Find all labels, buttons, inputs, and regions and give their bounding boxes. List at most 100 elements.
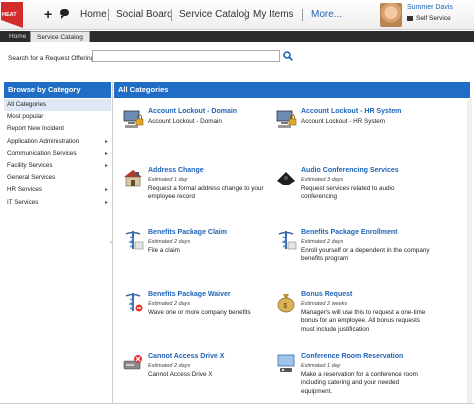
offering-estimate: Estimated 2 weeks xyxy=(301,301,348,307)
avatar[interactable] xyxy=(380,3,402,27)
user-role[interactable]: Self Service xyxy=(407,15,451,22)
medical-caduceus-icon xyxy=(125,293,143,312)
offering-card[interactable]: Account Lockout - HR System Account Lock… xyxy=(275,108,425,138)
user-name[interactable]: Summer Davis xyxy=(407,4,453,11)
chevron-right-icon: ▸ xyxy=(104,187,108,194)
offering-card[interactable]: Benefits Package Waiver Estimated 2 days… xyxy=(122,291,272,335)
category-label: Facility Services xyxy=(7,161,53,169)
offering-card[interactable]: $ Bonus Request Estimated 2 weeks Manage… xyxy=(275,291,425,341)
user-role-label: Self Service xyxy=(416,15,451,22)
search-icon[interactable] xyxy=(283,51,293,61)
search-label: Search for a Request Offering: xyxy=(8,55,97,62)
drive-error-icon xyxy=(123,355,142,370)
category-list: All Categories Most popular Report New I… xyxy=(4,99,111,209)
offering-estimate: Estimated 2 days xyxy=(148,363,191,369)
tab-service-catalog[interactable]: Service Catalog xyxy=(30,31,90,42)
category-hr-services[interactable]: HR Services ▸ xyxy=(4,184,111,196)
nav-service-catalog[interactable]: Service Catalog xyxy=(179,9,250,20)
offering-title[interactable]: Benefits Package Claim xyxy=(148,229,227,236)
computer-lock-icon xyxy=(123,110,144,128)
offering-title[interactable]: Benefits Package Enrollment xyxy=(301,229,397,236)
category-label: HR Services xyxy=(7,186,42,194)
offering-card[interactable]: Benefits Package Enrollment Estimated 2 … xyxy=(275,229,429,273)
offering-description: Enroll yourself or a dependent in the co… xyxy=(301,247,430,263)
category-application-administration[interactable]: Application Administration ▸ xyxy=(4,136,111,148)
medical-caduceus-icon xyxy=(125,231,144,250)
offering-estimate: Estimated 3 days xyxy=(301,177,344,183)
offering-card[interactable]: Address Change Estimated 1 day Request a… xyxy=(122,167,272,207)
house-icon xyxy=(124,170,142,187)
offering-description: Account Lockout - Domain xyxy=(148,118,222,125)
offering-description: Account Lockout - HR System xyxy=(301,118,385,125)
category-label: All Categories xyxy=(7,101,47,108)
window-bottom-edge xyxy=(0,403,474,411)
all-categories-header: All Categories xyxy=(114,82,470,98)
svg-text:$: $ xyxy=(283,303,287,310)
offering-description: Request a formal address change to your … xyxy=(148,185,264,201)
offering-description: Cannot Access Drive X xyxy=(148,371,213,378)
pane-divider[interactable] xyxy=(112,82,113,404)
category-label: Most popular xyxy=(7,113,44,121)
heat-logo[interactable]: HEAT xyxy=(1,2,23,28)
offering-title[interactable]: Address Change xyxy=(148,167,204,174)
nav-separator xyxy=(302,9,303,21)
category-all[interactable]: All Categories xyxy=(4,99,111,112)
offering-title[interactable]: Account Lockout - HR System xyxy=(301,108,401,115)
offering-card[interactable]: Conference Room Reservation Estimated 1 … xyxy=(275,353,425,399)
nav-separator xyxy=(171,9,172,21)
nav-my-items[interactable]: My Items xyxy=(253,9,294,20)
offering-card[interactable]: Audio Conferencing Services Estimated 3 … xyxy=(275,167,425,207)
offering-title[interactable]: Conference Room Reservation xyxy=(301,353,403,360)
money-bag-icon: $ xyxy=(277,294,295,313)
category-label: General Services xyxy=(7,174,56,182)
chevron-right-icon: ▸ xyxy=(104,150,108,157)
new-item-icon[interactable]: + xyxy=(44,6,52,22)
offering-estimate: Estimated 1 day xyxy=(301,363,341,369)
offering-title[interactable]: Bonus Request xyxy=(301,291,352,298)
search-input[interactable] xyxy=(92,50,280,62)
chevron-right-icon: ▸ xyxy=(104,138,108,145)
category-label: IT Services xyxy=(7,198,39,206)
browse-by-category-header: Browse by Category xyxy=(4,82,111,98)
offering-estimate: Estimated 2 days xyxy=(301,239,344,245)
nav-more[interactable]: More... xyxy=(311,9,342,20)
offering-estimate: Estimated 1 day xyxy=(148,177,188,183)
offering-estimate: Estimated 2 days xyxy=(148,301,191,307)
conference-phone-icon xyxy=(277,172,295,185)
offering-title[interactable]: Account Lockout - Domain xyxy=(148,108,237,115)
category-label: Communication Services xyxy=(7,149,77,157)
category-label: Application Administration xyxy=(7,137,80,145)
chevron-right-icon: ▸ xyxy=(104,162,108,169)
offering-card[interactable]: Cannot Access Drive X Estimated 2 days C… xyxy=(122,353,272,383)
nav-home[interactable]: Home xyxy=(80,9,107,20)
category-most-popular[interactable]: Most popular xyxy=(4,111,111,123)
category-label: Report New Incident xyxy=(7,125,65,133)
top-bar: HEAT + Home Social Board Service Catalog… xyxy=(0,0,474,30)
category-communication-services[interactable]: Communication Services ▸ xyxy=(4,148,111,160)
offering-card[interactable]: Benefits Package Claim Estimated 2 days … xyxy=(122,229,272,273)
category-general-services[interactable]: General Services xyxy=(4,172,111,184)
offering-title[interactable]: Benefits Package Waiver xyxy=(148,291,231,298)
offering-description: Manager's will use this to request a one… xyxy=(301,309,426,333)
role-icon xyxy=(407,16,413,21)
nav-separator xyxy=(108,9,109,21)
chat-icon[interactable] xyxy=(60,9,69,19)
category-it-services[interactable]: IT Services ▸ xyxy=(4,197,111,209)
offering-description: Request services related to audio confer… xyxy=(301,185,395,201)
nav-separator xyxy=(245,9,246,21)
vertical-scrollbar[interactable] xyxy=(467,99,472,404)
offering-title[interactable]: Audio Conferencing Services xyxy=(301,167,399,174)
nav-social-board[interactable]: Social Board xyxy=(116,9,173,20)
svg-text:HEAT: HEAT xyxy=(2,12,17,18)
tab-home[interactable]: Home xyxy=(3,31,32,42)
offering-estimate: Estimated 2 days xyxy=(148,239,191,245)
projector-screen-icon xyxy=(277,354,295,372)
chevron-right-icon: ▸ xyxy=(104,199,108,206)
medical-caduceus-icon xyxy=(278,231,297,250)
offering-title[interactable]: Cannot Access Drive X xyxy=(148,353,224,360)
category-report-new-incident[interactable]: Report New Incident xyxy=(4,123,111,135)
category-facility-services[interactable]: Facility Services ▸ xyxy=(4,160,111,172)
collapse-left-icon[interactable]: ‹ xyxy=(110,240,112,246)
computer-lock-icon xyxy=(276,110,297,128)
offering-card[interactable]: Account Lockout - Domain Account Lockout… xyxy=(122,108,272,138)
